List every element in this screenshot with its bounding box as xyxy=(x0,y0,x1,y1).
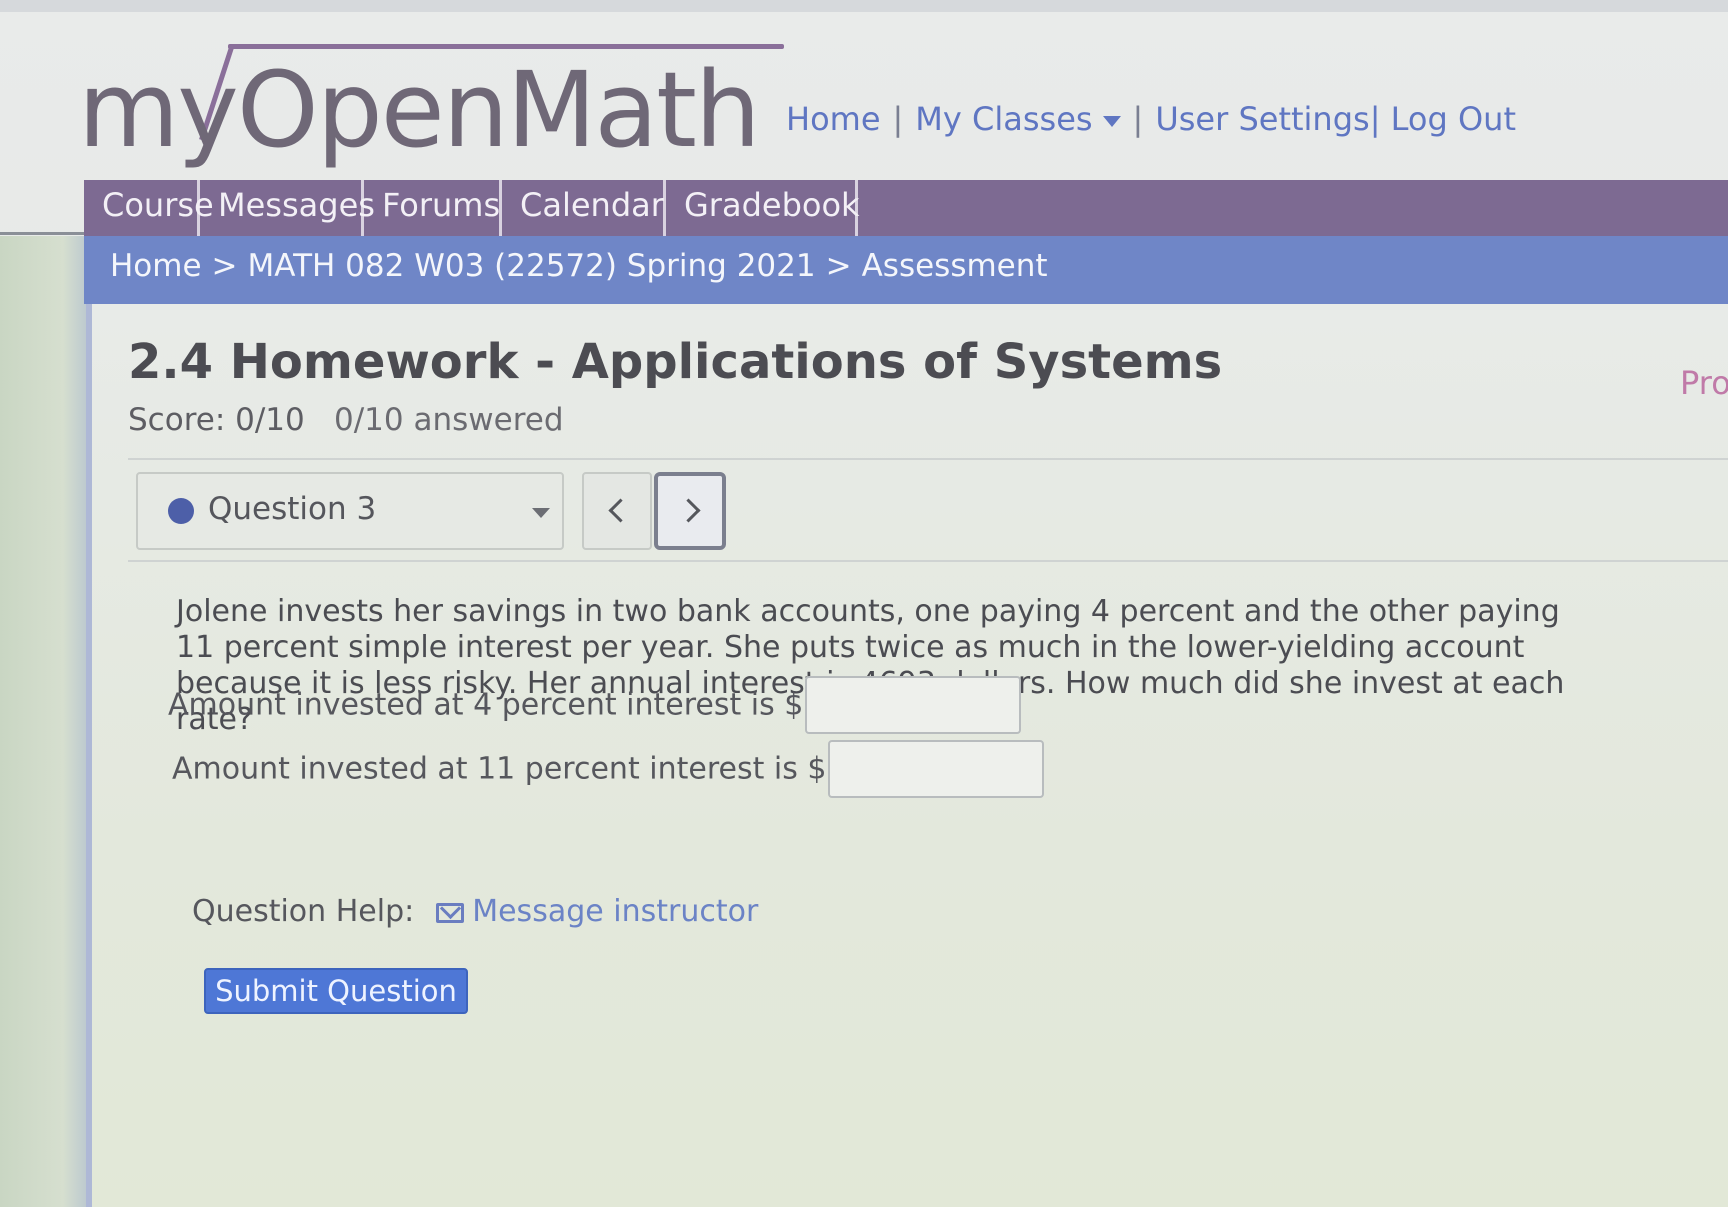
course-nav: Course Messages Forums Calendar Gradeboo… xyxy=(0,180,1728,236)
help-label: Question Help: xyxy=(192,894,415,929)
mail-icon xyxy=(436,902,465,923)
status-dot-icon xyxy=(168,498,194,524)
tab-messages[interactable]: Messages xyxy=(200,180,375,236)
tab-calendar[interactable]: Calendar xyxy=(502,180,666,236)
answer-row-11-percent: Amount invested at 11 percent interest i… xyxy=(172,740,1045,798)
breadcrumb: Home > MATH 082 W03 (22572) Spring 2021 > As… xyxy=(84,236,1728,304)
user-settings-link[interactable]: User Settings| xyxy=(1155,100,1380,138)
side-link[interactable]: Pro xyxy=(1680,364,1728,402)
answer-input-4-percent[interactable] xyxy=(805,676,1022,734)
question-select[interactable]: Question 3 xyxy=(136,472,564,550)
top-links: Home | My Classes | User Settings| Log Out xyxy=(786,100,1516,138)
answered-count: 0/10 answered xyxy=(334,402,564,438)
caret-down-icon xyxy=(1102,115,1121,127)
next-question-button[interactable] xyxy=(654,472,726,550)
tab-forums[interactable]: Forums xyxy=(364,180,502,236)
my-classes-link[interactable]: My Classes xyxy=(915,100,1121,138)
logo-wordmark: myOpenMath xyxy=(78,49,761,171)
tab-course[interactable]: Course xyxy=(84,180,214,236)
nav-divider xyxy=(0,232,84,235)
separator: | xyxy=(892,100,904,138)
left-gutter xyxy=(0,236,90,1207)
separator: | xyxy=(1132,100,1144,138)
message-instructor-link[interactable]: Message instructor xyxy=(472,894,758,929)
divider xyxy=(128,458,1728,460)
answer-prompt: Amount invested at 11 percent interest i… xyxy=(172,751,827,787)
page: myOpenMath Home | My Classes | User Settings… xyxy=(0,0,1728,1207)
submit-question-button[interactable]: Submit Question xyxy=(204,968,468,1014)
score-text: Score: 0/10 xyxy=(128,402,305,438)
tab-gradebook[interactable]: Gradebook xyxy=(666,180,860,236)
breadcrumb-home[interactable]: Home xyxy=(110,248,202,284)
answer-prompt: Amount invested at 4 percent interest is… xyxy=(168,687,804,723)
log-out-link[interactable]: Log Out xyxy=(1391,100,1516,138)
chevron-left-icon xyxy=(608,498,633,523)
top-strip xyxy=(0,0,1728,12)
breadcrumb-current: Assessment xyxy=(861,248,1048,284)
answer-row-4-percent: Amount invested at 4 percent interest is… xyxy=(168,676,1022,734)
breadcrumb-course[interactable]: MATH 082 W03 (22572) Spring 2021 xyxy=(248,248,816,284)
breadcrumb-separator: > xyxy=(825,248,852,284)
assessment-content: 2.4 Homework - Applications of Systems P… xyxy=(92,304,1728,1207)
divider xyxy=(128,560,1728,562)
caret-down-icon xyxy=(532,508,550,518)
chevron-right-icon xyxy=(676,498,701,523)
logo[interactable]: myOpenMath xyxy=(78,40,784,162)
question-help: Question Help: Message instructor xyxy=(192,894,758,929)
previous-question-button[interactable] xyxy=(582,472,652,550)
my-classes-label: My Classes xyxy=(915,100,1093,138)
breadcrumb-separator: > xyxy=(211,248,238,284)
question-select-label: Question 3 xyxy=(208,491,377,527)
home-link[interactable]: Home xyxy=(786,100,881,138)
page-title: 2.4 Homework - Applications of Systems xyxy=(128,334,1223,390)
answer-input-11-percent[interactable] xyxy=(828,740,1045,798)
